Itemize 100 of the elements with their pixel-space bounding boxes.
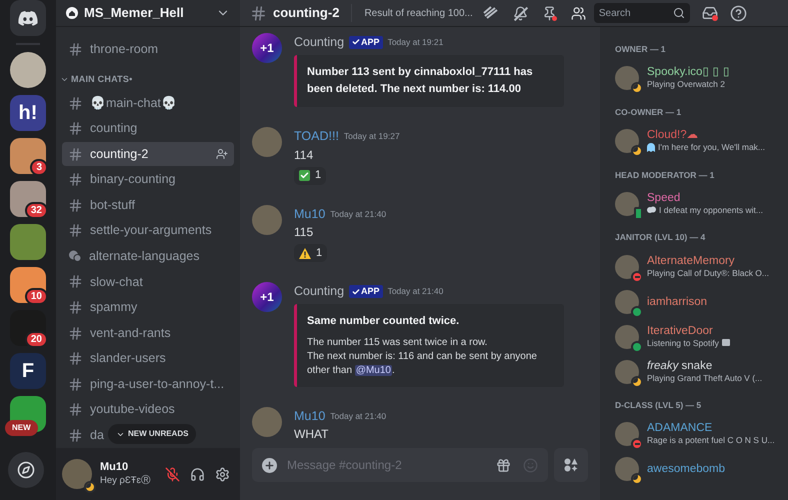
new-pill[interactable]: NEW bbox=[5, 420, 38, 436]
pin-icon[interactable] bbox=[542, 6, 557, 20]
timestamp: Today at 19:21 bbox=[388, 36, 444, 49]
hash-icon bbox=[68, 42, 83, 58]
channel-item[interactable]: youtube-videos bbox=[62, 398, 181, 422]
channel-name: settle-your-arguments bbox=[90, 222, 212, 240]
member-item[interactable]: IterativeDoor Listening to Spotify bbox=[608, 319, 780, 354]
hash-icon bbox=[68, 172, 83, 188]
hash-icon bbox=[68, 146, 83, 162]
member-name: awesomebomb bbox=[647, 463, 725, 476]
gift-icon[interactable] bbox=[496, 458, 511, 472]
channel-title: counting-2 bbox=[273, 4, 340, 22]
hash-icon bbox=[68, 428, 83, 443]
explore-button[interactable] bbox=[8, 452, 44, 488]
channel-topic: Result of reaching 100... bbox=[364, 6, 473, 20]
discord-logo-icon bbox=[18, 10, 38, 26]
help-icon[interactable] bbox=[730, 4, 747, 22]
server-picture[interactable]: 20 bbox=[10, 310, 46, 346]
member-name: ADAMANCE bbox=[647, 422, 714, 434]
role-header: HEAD MODERATOR — 1 bbox=[614, 168, 716, 182]
channel-item[interactable]: vent-and-rants bbox=[62, 321, 177, 345]
idle-status-icon bbox=[84, 481, 96, 493]
server-icon[interactable]: h! bbox=[10, 95, 46, 131]
channel-item[interactable]: bot-stuff bbox=[62, 193, 141, 218]
reaction-button[interactable]: 1 bbox=[294, 244, 328, 262]
channel-name: binary-counting bbox=[90, 171, 176, 188]
apps-button[interactable] bbox=[554, 448, 588, 482]
channel-item[interactable]: binary-counting bbox=[62, 168, 182, 192]
dnd-status-icon bbox=[631, 438, 643, 450]
idle-status-icon bbox=[631, 82, 643, 94]
bot-avatar[interactable]: +1 bbox=[252, 33, 282, 63]
channel-item[interactable]: ping-a-user-to-annoy-t... bbox=[62, 372, 230, 396]
member-name: freaky snake bbox=[647, 360, 714, 372]
author-name[interactable]: Mu10 bbox=[294, 406, 326, 426]
member-list-icon[interactable] bbox=[570, 6, 586, 20]
channel-item[interactable]: alternate-languages bbox=[62, 244, 206, 268]
role-header: D-CLASS (LVL 5) — 5 bbox=[614, 399, 702, 412]
hash-icon bbox=[68, 198, 83, 213]
bot-avatar[interactable]: +1 bbox=[252, 282, 282, 312]
server-picture[interactable] bbox=[10, 52, 46, 88]
member-item[interactable]: awesomebomb bbox=[608, 452, 780, 487]
member-item[interactable]: Speed I defeat my opponents wit... bbox=[608, 186, 780, 222]
channel-item[interactable]: slander-users bbox=[62, 346, 172, 370]
channel-item[interactable]: counting-2 bbox=[62, 142, 234, 166]
search-field[interactable]: Search bbox=[594, 3, 690, 23]
add-member-icon[interactable] bbox=[216, 148, 228, 160]
add-attachment-icon[interactable] bbox=[262, 458, 277, 472]
server-picture[interactable]: 10 bbox=[10, 267, 46, 303]
member-item[interactable]: ADAMANCE Rage is a potent fuel C O N S U... bbox=[608, 416, 780, 452]
member-item[interactable]: iamharrison bbox=[608, 284, 780, 319]
server-icon[interactable]: F bbox=[10, 353, 46, 389]
member-name: IterativeDoor bbox=[647, 324, 714, 336]
new-unreads-pill[interactable]: NEW UNREADS bbox=[108, 424, 196, 444]
author-name[interactable]: Counting bbox=[294, 33, 344, 52]
hash-icon bbox=[68, 223, 83, 238]
channel-name: da bbox=[90, 426, 104, 444]
channel-item[interactable]: throne-room bbox=[62, 38, 164, 62]
server-logo-text: F bbox=[22, 361, 34, 381]
member-item[interactable]: Cloud!?☁ I'm here for you, We'll mak... bbox=[608, 124, 780, 158]
dnd-status-icon bbox=[631, 270, 643, 282]
message-text: WHAT bbox=[294, 426, 330, 444]
app-tag: APP bbox=[349, 36, 383, 50]
server-picture[interactable]: 3 bbox=[10, 138, 46, 174]
muted-bell-icon[interactable] bbox=[512, 6, 528, 20]
channel-item[interactable]: settle-your-arguments bbox=[62, 219, 218, 243]
channel-item[interactable]: 💀main-chat💀 bbox=[62, 91, 183, 115]
member-item[interactable]: Spooky.ico▯ ▯ ▯ Playing Overwatch 2 bbox=[608, 60, 780, 96]
category-label: MAIN CHATS• bbox=[71, 72, 132, 86]
member-activity: Playing Overwatch 2 bbox=[647, 78, 725, 90]
member-activity: Playing Call of Duty®: Black O... bbox=[647, 266, 770, 278]
author-name[interactable]: TOAD!!! bbox=[294, 126, 339, 146]
settings-icon[interactable] bbox=[215, 466, 230, 482]
inbox-icon[interactable] bbox=[702, 5, 718, 21]
warning-icon bbox=[299, 248, 311, 259]
mention-link[interactable]: @Mu10 bbox=[354, 364, 392, 376]
member-item[interactable]: freaky snake Playing Grand Theft Auto V (... bbox=[608, 354, 780, 389]
threads-icon[interactable] bbox=[482, 6, 499, 20]
home-button[interactable] bbox=[10, 0, 46, 36]
role-header: CO-OWNER — 1 bbox=[614, 106, 682, 118]
role-header: OWNER — 1 bbox=[614, 43, 667, 56]
author-name[interactable]: Counting bbox=[294, 282, 344, 301]
headphones-icon[interactable] bbox=[190, 466, 205, 482]
channel-item[interactable]: slow-chat bbox=[62, 270, 149, 294]
channel-name: bot-stuff bbox=[90, 196, 135, 214]
mute-button[interactable] bbox=[165, 466, 180, 482]
embed-description: Number 113 sent by cinnaboxlol_77111 has been deleted. The next number is: 114.00 bbox=[307, 64, 534, 97]
member-item[interactable]: AlternateMemory Playing Call of Duty®: Black O... bbox=[608, 249, 780, 284]
channel-item[interactable]: counting bbox=[62, 116, 144, 140]
channel-item[interactable]: da bbox=[62, 424, 110, 448]
server-picture[interactable]: 32 bbox=[10, 181, 46, 217]
author-name[interactable]: Mu10 bbox=[294, 204, 326, 224]
category-header[interactable]: MAIN CHATS• bbox=[60, 70, 234, 88]
home-icon bbox=[66, 7, 78, 19]
idle-status-icon bbox=[631, 376, 643, 388]
reaction-button[interactable]: 1 bbox=[294, 166, 326, 184]
ghost-icon bbox=[647, 142, 655, 152]
cloud-icon bbox=[647, 206, 656, 214]
timestamp: Today at 21:40 bbox=[330, 208, 386, 220]
channel-item[interactable]: spammy bbox=[62, 296, 144, 320]
server-header[interactable]: MS_Memer_Hell bbox=[56, 0, 240, 27]
